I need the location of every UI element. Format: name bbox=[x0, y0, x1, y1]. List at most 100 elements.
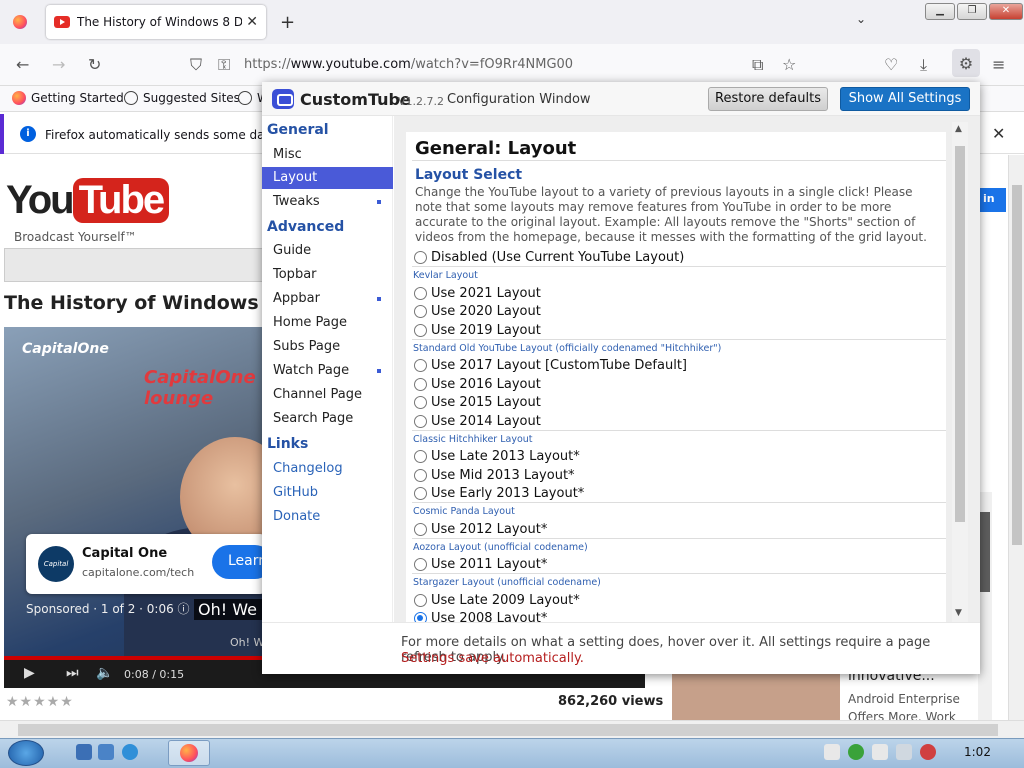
next-icon[interactable]: ⏭ bbox=[66, 665, 79, 681]
radio-button[interactable] bbox=[414, 286, 427, 300]
tray-volume-muted-icon[interactable] bbox=[920, 744, 936, 760]
github-link[interactable]: GitHub bbox=[273, 485, 318, 500]
donate-link[interactable]: Donate bbox=[273, 509, 320, 524]
new-indicator-icon bbox=[377, 200, 381, 204]
radio-button[interactable] bbox=[414, 395, 427, 409]
tray-security-icon[interactable] bbox=[848, 744, 864, 760]
bookmark-getting-started[interactable]: Getting Started bbox=[12, 91, 124, 105]
sidebar-item-appbar[interactable]: Appbar bbox=[262, 288, 393, 310]
internet-explorer-icon[interactable] bbox=[122, 744, 138, 760]
option-2011[interactable]: Use 2011 Layout* bbox=[414, 555, 547, 573]
sign-in-button[interactable]: in bbox=[980, 188, 1006, 212]
option-2017[interactable]: Use 2017 Layout [CustomTube Default] bbox=[414, 356, 687, 374]
option-disabled[interactable]: Disabled (Use Current YouTube Layout) bbox=[414, 248, 684, 266]
sidebar-item-watch-page[interactable]: Watch Page bbox=[262, 360, 393, 382]
url-field[interactable]: https://www.youtube.com/watch?v=fO9Rr4NM… bbox=[244, 57, 573, 72]
page-horizontal-scrollbar[interactable] bbox=[0, 720, 1024, 738]
option-2014[interactable]: Use 2014 Layout bbox=[414, 412, 541, 430]
play-icon[interactable]: ▶ bbox=[24, 665, 35, 681]
restore-defaults-button[interactable]: Restore defaults bbox=[708, 87, 828, 111]
changelog-link[interactable]: Changelog bbox=[273, 461, 343, 476]
radio-button[interactable] bbox=[414, 557, 427, 571]
youtube-search-bar[interactable] bbox=[4, 248, 264, 282]
option-late-2009[interactable]: Use Late 2009 Layout* bbox=[414, 591, 580, 609]
site-permissions-icon[interactable]: ⚿ bbox=[218, 55, 230, 75]
radio-button[interactable] bbox=[414, 414, 427, 428]
sidebar-item-guide[interactable]: Guide bbox=[262, 240, 393, 262]
sidebar-item-search-page[interactable]: Search Page bbox=[262, 408, 393, 430]
option-mid-2013[interactable]: Use Mid 2013 Layout* bbox=[414, 466, 575, 484]
customtube-scrollbar[interactable]: ▲ ▼ bbox=[952, 122, 968, 622]
sidebar-item-channel-page[interactable]: Channel Page bbox=[262, 384, 393, 406]
sidebar-ad-thumbnail[interactable] bbox=[672, 670, 840, 722]
option-2019[interactable]: Use 2019 Layout bbox=[414, 321, 541, 339]
tracking-shield-icon[interactable]: ⛉ bbox=[190, 55, 202, 75]
start-button-icon[interactable] bbox=[8, 740, 44, 766]
radio-button[interactable] bbox=[414, 522, 427, 536]
radio-button[interactable] bbox=[414, 468, 427, 482]
show-all-settings-button[interactable]: Show All Settings bbox=[840, 87, 970, 111]
new-tab-plus-icon[interactable]: + bbox=[280, 12, 295, 33]
youtube-logo[interactable]: You Tube bbox=[6, 178, 170, 223]
page-vertical-scrollbar[interactable] bbox=[1008, 155, 1024, 720]
sidebar-item-subs-page[interactable]: Subs Page bbox=[262, 336, 393, 358]
customtube-scrollbar-thumb[interactable] bbox=[955, 146, 965, 522]
show-desktop-icon[interactable] bbox=[76, 744, 92, 760]
notification-close-icon[interactable]: ✕ bbox=[992, 124, 1005, 143]
radio-button[interactable] bbox=[414, 250, 427, 264]
list-tabs-chevron-icon[interactable]: ⌄ bbox=[856, 12, 866, 26]
bookmark-star-icon[interactable]: ☆ bbox=[782, 55, 796, 74]
radio-button-selected[interactable] bbox=[414, 611, 427, 622]
group-label-stargazer: Stargazer Layout (unofficial codename) bbox=[413, 577, 601, 588]
extensions-icon[interactable]: ⚙ bbox=[952, 49, 980, 77]
restore-button[interactable]: ❐ bbox=[957, 3, 987, 20]
menu-hamburger-icon[interactable]: ≡ bbox=[992, 55, 1005, 74]
horizontal-scrollbar-thumb[interactable] bbox=[18, 724, 998, 736]
inner-scrollbar[interactable] bbox=[978, 492, 992, 720]
bookmark-suggested-sites[interactable]: Suggested Sites bbox=[124, 91, 240, 105]
forward-arrow-icon[interactable]: → bbox=[52, 55, 65, 74]
firefox-view-button[interactable] bbox=[6, 8, 34, 36]
tray-document-icon[interactable] bbox=[824, 744, 840, 760]
inner-scrollbar-thumb[interactable] bbox=[980, 512, 990, 592]
downloads-icon[interactable]: ⤓ bbox=[920, 55, 927, 75]
option-2012[interactable]: Use 2012 Layout* bbox=[414, 520, 547, 538]
sidebar-item-tweaks[interactable]: Tweaks bbox=[262, 191, 393, 213]
window-close-button[interactable]: ✕ bbox=[989, 3, 1023, 20]
taskbar-firefox-button[interactable] bbox=[168, 740, 210, 766]
explorer-icon[interactable] bbox=[98, 744, 114, 760]
radio-button[interactable] bbox=[414, 486, 427, 500]
picture-in-picture-icon[interactable]: ⧉ bbox=[752, 55, 763, 75]
sidebar-item-home-page[interactable]: Home Page bbox=[262, 312, 393, 334]
radio-button[interactable] bbox=[414, 358, 427, 372]
option-2021[interactable]: Use 2021 Layout bbox=[414, 284, 541, 302]
scroll-down-icon[interactable]: ▼ bbox=[955, 608, 962, 618]
page-scrollbar-thumb[interactable] bbox=[1012, 185, 1022, 545]
sidebar-item-topbar[interactable]: Topbar bbox=[262, 264, 393, 286]
option-2008[interactable]: Use 2008 Layout* bbox=[414, 609, 547, 622]
taskbar-clock[interactable]: 1:02 bbox=[964, 745, 991, 759]
option-2015[interactable]: Use 2015 Layout bbox=[414, 393, 541, 411]
minimize-button[interactable]: ▁ bbox=[925, 3, 955, 20]
radio-button[interactable] bbox=[414, 377, 427, 391]
radio-button[interactable] bbox=[414, 323, 427, 337]
scroll-up-icon[interactable]: ▲ bbox=[955, 124, 962, 134]
back-arrow-icon[interactable]: ← bbox=[16, 55, 29, 74]
browser-tab[interactable]: The History of Windows 8 Deve ✕ bbox=[46, 5, 266, 39]
option-late-2013[interactable]: Use Late 2013 Layout* bbox=[414, 447, 580, 465]
rating-stars[interactable]: ★★★★★ bbox=[6, 694, 74, 710]
reload-icon[interactable]: ↻ bbox=[88, 55, 101, 74]
radio-button[interactable] bbox=[414, 449, 427, 463]
radio-button[interactable] bbox=[414, 593, 427, 607]
tray-flag-icon[interactable] bbox=[872, 744, 888, 760]
tray-network-icon[interactable] bbox=[896, 744, 912, 760]
volume-icon[interactable]: 🔈 bbox=[96, 665, 113, 681]
radio-button[interactable] bbox=[414, 304, 427, 318]
option-2020[interactable]: Use 2020 Layout bbox=[414, 302, 541, 320]
option-2016[interactable]: Use 2016 Layout bbox=[414, 375, 541, 393]
sidebar-item-misc[interactable]: Misc bbox=[262, 144, 393, 166]
tab-close-icon[interactable]: ✕ bbox=[246, 14, 258, 30]
option-early-2013[interactable]: Use Early 2013 Layout* bbox=[414, 484, 584, 502]
pocket-icon[interactable]: ♡ bbox=[884, 55, 898, 74]
sidebar-item-layout[interactable]: Layout bbox=[262, 167, 393, 189]
